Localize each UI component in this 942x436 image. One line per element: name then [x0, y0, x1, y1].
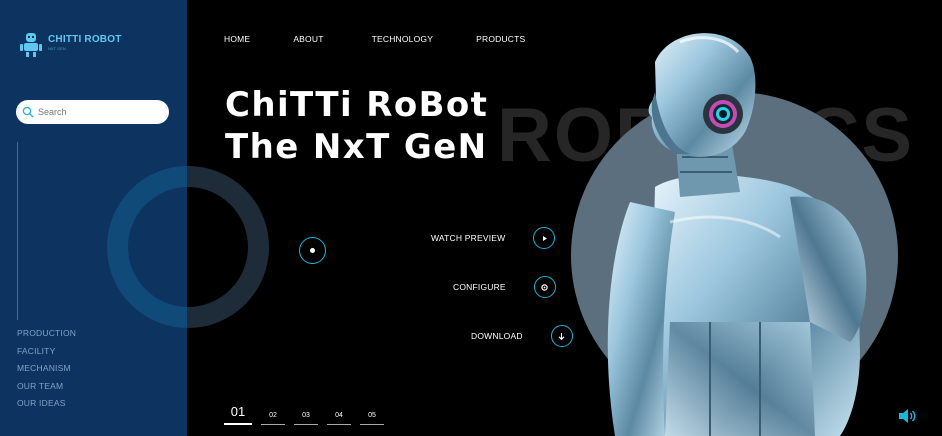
brand-tagline: NXT GEN: [48, 46, 66, 51]
robot-logo-icon: [20, 33, 42, 57]
decorative-ring-left: [107, 166, 187, 328]
sidebar: CHITTI ROBOT NXT GEN PRODUCTION FACILITY…: [0, 0, 187, 436]
sidebar-item-production[interactable]: PRODUCTION: [17, 328, 76, 346]
sidebar-menu: PRODUCTION FACILITY MECHANISM OUR TEAM O…: [17, 328, 76, 416]
sidebar-divider: [17, 142, 18, 320]
sidebar-item-facility[interactable]: FACILITY: [17, 346, 76, 364]
watch-preview-label: WATCH PREVIEW: [431, 233, 506, 243]
brand-logo[interactable]: CHITTI ROBOT NXT GEN: [18, 30, 122, 58]
slide-pager: 01 02 03 04 05: [224, 404, 393, 425]
play-icon: [533, 227, 556, 249]
configure-label: CONFIGURE: [453, 282, 506, 292]
nav-home[interactable]: HOME: [224, 34, 250, 44]
pager-item-04[interactable]: 04: [327, 412, 351, 425]
sidebar-item-our-ideas[interactable]: OUR IDEAS: [17, 398, 76, 416]
indicator-center: [310, 248, 315, 253]
brand-name: CHITTI ROBOT: [48, 34, 122, 45]
speaker-icon[interactable]: [897, 407, 917, 425]
hero-line-2: The NxT GeN: [225, 127, 488, 167]
nav-about[interactable]: ABOUT: [293, 34, 323, 44]
nav-technology[interactable]: TECHNOLOGY: [372, 34, 434, 44]
watch-preview-button[interactable]: WATCH PREVIEW: [431, 227, 556, 249]
download-arrow-icon: [550, 325, 573, 347]
nav-products[interactable]: PRODUCTS: [476, 34, 525, 44]
download-label: DOWNLOAD: [471, 331, 523, 341]
download-button[interactable]: DOWNLOAD: [471, 325, 573, 347]
search-icon: [22, 106, 34, 118]
top-nav: HOME ABOUT TECHNOLOGY PRODUCTS: [224, 34, 525, 44]
hero-headline: ChiTTi RoBot The NxT GeN: [225, 84, 488, 168]
pager-item-05[interactable]: 05: [360, 412, 384, 425]
search-input[interactable]: [38, 107, 158, 117]
pager-item-01[interactable]: 01: [224, 404, 252, 425]
configure-button[interactable]: CONFIGURE: [453, 276, 556, 298]
sidebar-item-our-team[interactable]: OUR TEAM: [17, 381, 76, 399]
robot-illustration: [607, 33, 867, 436]
pager-item-03[interactable]: 03: [294, 412, 318, 425]
hero-line-1: ChiTTi RoBot: [225, 85, 489, 125]
sidebar-item-mechanism[interactable]: MECHANISM: [17, 363, 76, 381]
gear-icon: [533, 276, 556, 298]
slide-indicator-dot[interactable]: [299, 237, 326, 264]
search-box[interactable]: [16, 100, 169, 124]
pager-item-02[interactable]: 02: [261, 412, 285, 425]
